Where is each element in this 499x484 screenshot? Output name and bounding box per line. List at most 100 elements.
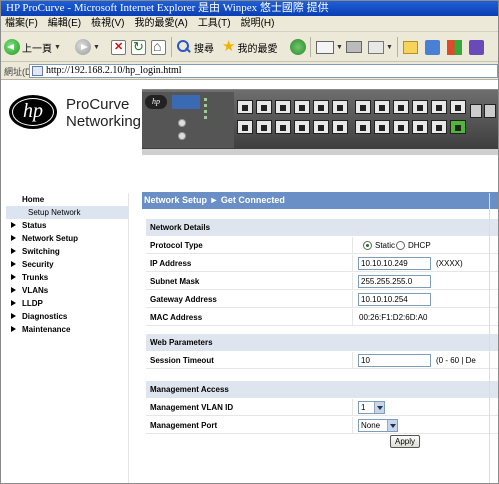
toolbar-extra-icon-2[interactable]	[469, 39, 484, 55]
subnet-mask-input[interactable]: 255.255.255.0	[358, 275, 431, 288]
back-label: 上一頁	[22, 43, 52, 55]
nav-trunks[interactable]: Trunks	[6, 271, 128, 284]
toolbar-extra-icon[interactable]	[447, 39, 462, 55]
nav-network-setup[interactable]: Network Setup	[6, 232, 128, 245]
media-icon[interactable]	[290, 39, 306, 55]
nav-lldp[interactable]: LLDP	[6, 297, 128, 310]
brand-name: ProCurve Networking	[66, 96, 142, 130]
vlan-row: Management VLAN ID 1	[146, 399, 498, 416]
mac-row: MAC Address 00:26:F1:D2:6D:A0	[146, 309, 498, 326]
gateway-row: Gateway Address 10.10.10.254	[146, 291, 498, 308]
chevron-down-icon: ▼	[54, 43, 61, 51]
mail-icon	[316, 40, 334, 54]
management-vlan-select[interactable]: 1	[358, 401, 385, 414]
back-button[interactable]: 上一頁 ▼	[4, 38, 61, 56]
switch-image: hp	[142, 89, 498, 149]
timeout-row: Session Timeout 10 (0 - 60 | De	[146, 352, 498, 369]
switch-port	[374, 120, 390, 134]
mgmt-port-row: Management Port None	[146, 417, 498, 434]
mail-button[interactable]: ▼	[316, 38, 343, 56]
refresh-button[interactable]	[131, 39, 146, 55]
switch-port	[374, 100, 390, 114]
mac-label: MAC Address	[150, 313, 203, 322]
forward-button[interactable]: ▼	[75, 38, 100, 56]
switch-port	[332, 100, 348, 114]
switch-port	[275, 100, 291, 114]
nav-setup-network[interactable]: Setup Network	[6, 206, 128, 219]
mask-label: Subnet Mask	[150, 277, 200, 286]
star-icon: ★	[222, 38, 236, 55]
favorites-button[interactable]: ★ 我的最愛	[222, 38, 277, 56]
menu-file[interactable]: 檔案(F)	[1, 16, 43, 32]
web-parameters-heading: Web Parameters	[146, 334, 498, 351]
switch-port	[431, 100, 447, 114]
search-label: 搜尋	[194, 43, 214, 55]
nav-diagnostics[interactable]: Diagnostics	[6, 310, 128, 323]
chevron-down-icon	[387, 420, 397, 431]
switch-port	[450, 100, 466, 114]
switch-port	[332, 120, 348, 134]
nav-security[interactable]: Security	[6, 258, 128, 271]
address-bar: 網址(D) http://192.168.2.10/hp_login.html	[1, 62, 498, 80]
management-port-select[interactable]: None	[358, 419, 398, 432]
apply-button[interactable]: Apply	[390, 435, 420, 448]
static-label: Static	[375, 241, 396, 250]
nav-switching[interactable]: Switching	[6, 245, 128, 258]
stop-button[interactable]	[111, 39, 126, 55]
toolbar: 上一頁 ▼ ▼ 搜尋 ★ 我的最愛 ▼ ▼	[1, 32, 498, 62]
menu-view[interactable]: 檢視(V)	[86, 16, 129, 32]
switch-port	[412, 120, 428, 134]
switch-port	[313, 100, 329, 114]
edit-icon	[368, 40, 384, 54]
switch-port	[256, 100, 272, 114]
address-input[interactable]: http://192.168.2.10/hp_login.html	[29, 64, 498, 78]
switch-port	[237, 100, 253, 114]
dhcp-label: DHCP	[408, 241, 431, 250]
menu-tools[interactable]: 工具(T)	[193, 16, 236, 32]
forward-arrow-icon	[75, 39, 91, 55]
page-title: Network Setup ► Get Connected	[142, 192, 498, 209]
menu-edit[interactable]: 編輯(E)	[43, 16, 86, 32]
gateway-input[interactable]: 10.10.10.254	[358, 293, 431, 306]
nav-maintenance[interactable]: Maintenance	[6, 323, 128, 336]
session-timeout-input[interactable]: 10	[358, 354, 431, 367]
main-panel: Network Setup ► Get Connected Network De…	[142, 192, 498, 483]
mgmt-port-label: Management Port	[150, 421, 218, 430]
nav-vlans[interactable]: VLANs	[6, 284, 128, 297]
chevron-down-icon: ▼	[386, 43, 393, 51]
folder-icon[interactable]	[403, 40, 418, 54]
dhcp-radio[interactable]	[396, 241, 405, 250]
management-access-heading: Management Access	[146, 381, 498, 398]
switch-port	[294, 100, 310, 114]
menu-bar: 檔案(F) 編輯(E) 檢視(V) 我的最愛(A) 工具(T) 說明(H)	[1, 16, 498, 32]
ip-hint: (XXXX)	[436, 259, 463, 268]
timeout-label: Session Timeout	[150, 356, 214, 365]
search-button[interactable]: 搜尋	[176, 38, 214, 56]
switch-port	[412, 100, 428, 114]
hp-logo: hp	[9, 95, 57, 129]
ip-address-input[interactable]: 10.10.10.249	[358, 257, 431, 270]
chevron-down-icon: ▼	[93, 43, 100, 51]
chevron-down-icon	[374, 402, 384, 413]
static-radio[interactable]	[363, 241, 372, 250]
home-button[interactable]	[151, 38, 166, 55]
switch-port	[275, 120, 291, 134]
menu-favorites[interactable]: 我的最愛(A)	[129, 16, 192, 32]
switch-port	[294, 120, 310, 134]
chevron-down-icon: ▼	[336, 43, 343, 51]
address-url: http://192.168.2.10/hp_login.html	[46, 65, 182, 76]
nav-status[interactable]: Status	[6, 219, 128, 232]
ip-row: IP Address 10.10.10.249 (XXXX)	[146, 255, 498, 272]
timeout-hint: (0 - 60 | De	[436, 356, 476, 365]
menu-help[interactable]: 說明(H)	[236, 16, 280, 32]
edit-button[interactable]: ▼	[368, 38, 393, 56]
switch-port	[393, 100, 409, 114]
page-content: hp ProCurve Networking hp Home Setup Net…	[1, 81, 498, 483]
nav-home[interactable]: Home	[6, 193, 128, 206]
print-icon[interactable]	[346, 41, 362, 53]
mask-row: Subnet Mask 255.255.255.0	[146, 273, 498, 290]
messenger-icon[interactable]	[425, 39, 440, 55]
switch-port	[237, 120, 253, 134]
ip-label: IP Address	[150, 259, 192, 268]
switch-port	[355, 120, 371, 134]
